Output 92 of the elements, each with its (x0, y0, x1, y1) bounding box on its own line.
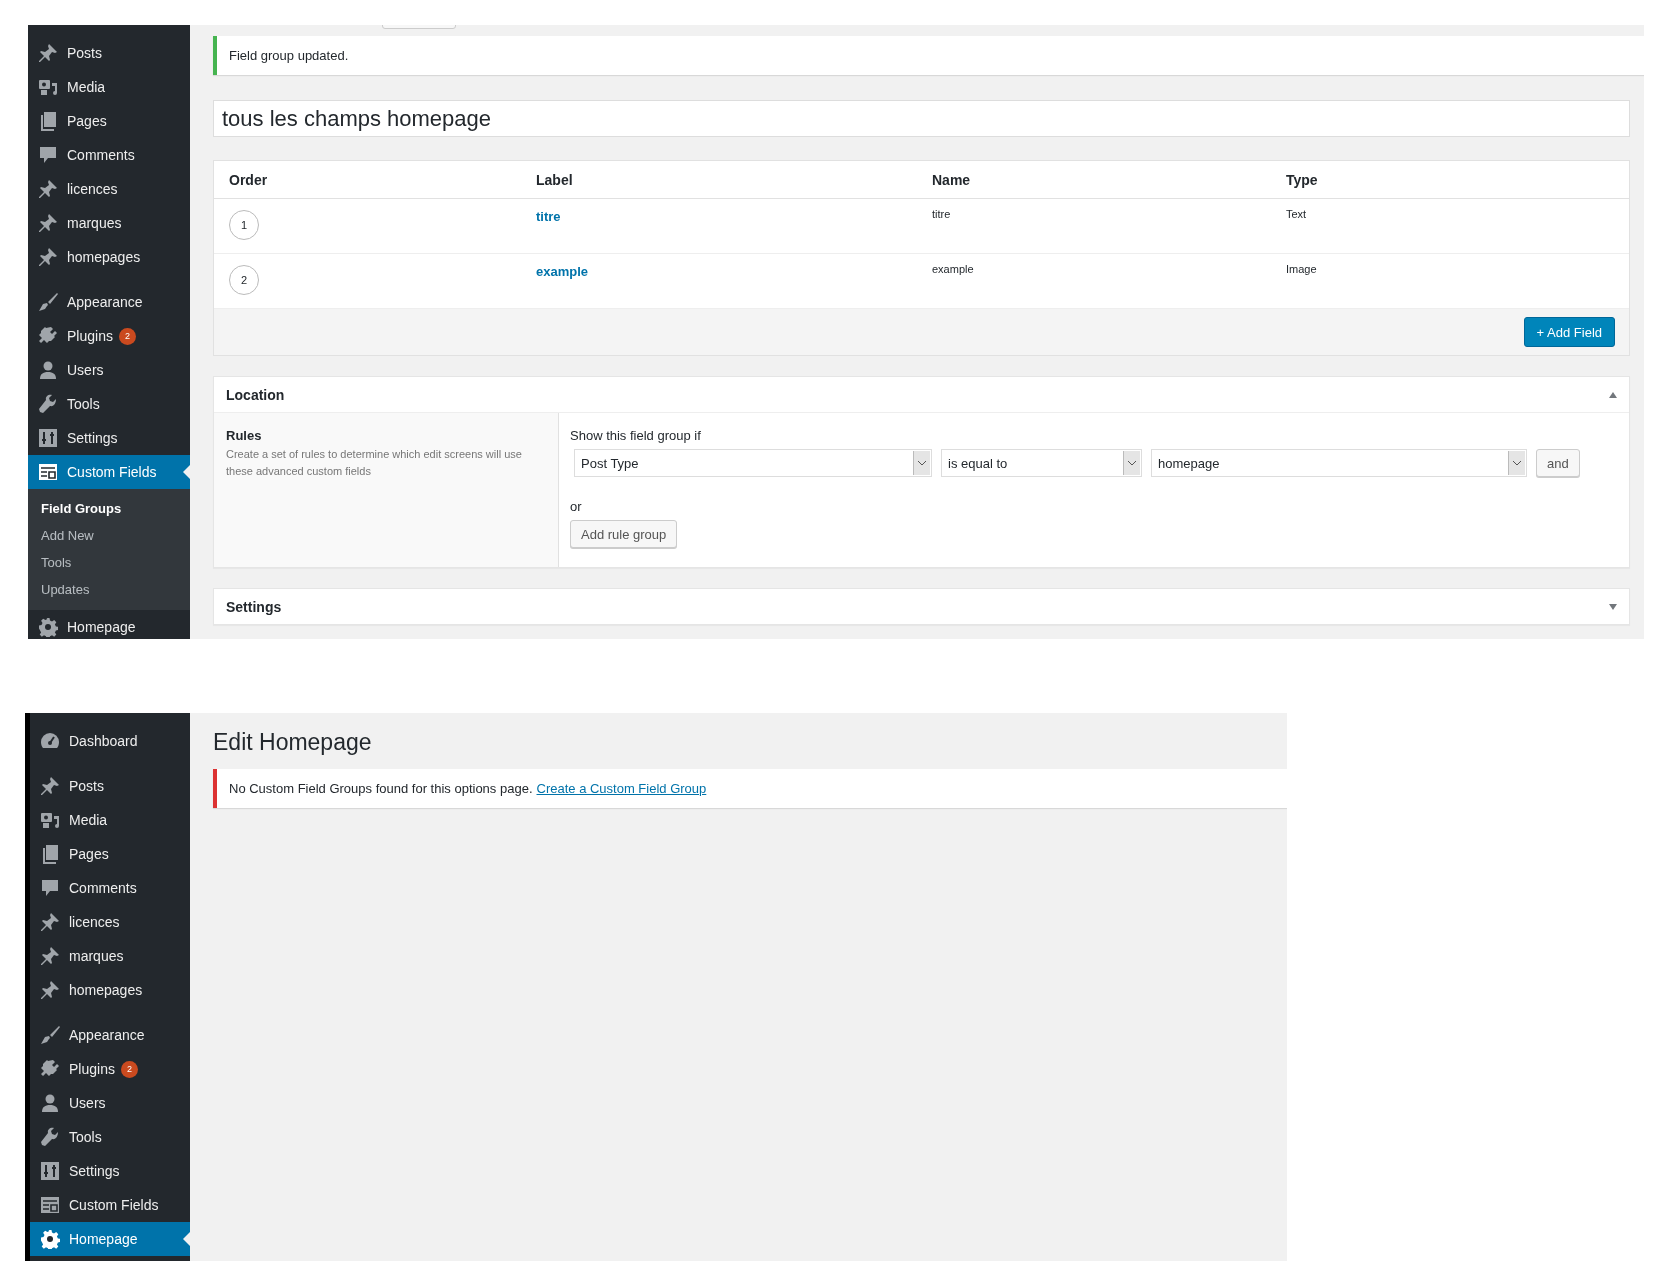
page-title: Edit Homepage (213, 729, 373, 756)
sidebar-item[interactable]: Appearance (28, 285, 190, 319)
field-label-link[interactable]: example (536, 264, 589, 279)
sidebar-item[interactable]: Users (30, 1086, 190, 1120)
submenu-item[interactable]: Add New (28, 522, 190, 549)
sidebar-item[interactable]: Users (28, 353, 190, 387)
sidebar-item[interactable]: licences (28, 172, 190, 206)
table-cell: titre (932, 208, 951, 220)
sidebar-item[interactable]: licences (30, 905, 190, 939)
add-field-button[interactable]: + Add Field (1523, 317, 1615, 347)
sidebar-item[interactable]: Plugins 2 (28, 319, 190, 353)
sidebar-item[interactable]: homepages (28, 240, 190, 274)
media-icon (38, 77, 58, 97)
pin-icon (38, 179, 58, 199)
rules-heading: Rules (226, 428, 263, 443)
brush-icon (38, 292, 58, 312)
table-cell: Text (1286, 208, 1307, 220)
sidebar-item[interactable]: Custom Fields (28, 455, 190, 489)
and-button[interactable]: and (1536, 449, 1580, 477)
column-header: Type (1271, 161, 1629, 199)
expand-arrow-icon[interactable] (1609, 603, 1617, 610)
sidebar-item[interactable]: Comments (30, 871, 190, 905)
pin-icon (40, 912, 60, 932)
pin-icon (40, 946, 60, 966)
sidebar-item[interactable]: marques (28, 206, 190, 240)
update-count-badge: 2 (120, 1060, 138, 1078)
rule-select[interactable]: Post Type (574, 449, 932, 477)
sidebar-item[interactable]: Comments (28, 138, 190, 172)
title-input[interactable]: tous les champs homepage (213, 100, 1630, 137)
condition-heading: Show this field group if (570, 428, 702, 443)
sliders-icon (40, 1161, 60, 1181)
notice-message: Field group updated. (229, 48, 349, 63)
collapse-arrow-icon[interactable] (1609, 391, 1617, 398)
gear-icon (40, 1229, 60, 1249)
media-icon (40, 810, 60, 830)
rule-select[interactable]: is equal to (941, 449, 1142, 477)
pin-icon (38, 213, 58, 233)
table-icon (40, 1195, 60, 1215)
table-icon (38, 462, 58, 482)
pin-icon (40, 980, 60, 1000)
sidebar-item[interactable]: Custom Fields (30, 1188, 190, 1222)
sidebar-item[interactable]: Media (28, 70, 190, 104)
submenu-item[interactable]: Updates (28, 576, 190, 603)
submenu-item[interactable]: Tools (28, 549, 190, 576)
sidebar-item[interactable]: Pages (30, 837, 190, 871)
comment-icon (40, 878, 60, 898)
pin-icon (38, 43, 58, 63)
panel-title: Location (226, 386, 285, 403)
table-cell: example (932, 263, 974, 275)
submenu-item[interactable]: Field Groups (28, 495, 190, 522)
sidebar-item[interactable]: Tools (30, 1120, 190, 1154)
field-label-link[interactable]: titre (536, 209, 561, 224)
pin-icon (38, 247, 58, 267)
update-count-badge: 2 (118, 327, 136, 345)
user-icon (40, 1093, 60, 1113)
sidebar-item[interactable]: Dashboard (30, 724, 190, 758)
plug-icon (38, 326, 58, 346)
sidebar-item[interactable]: Media (30, 803, 190, 837)
wrench-icon (40, 1127, 60, 1147)
sidebar-item[interactable]: Settings (28, 421, 190, 455)
sidebar-item[interactable]: Settings (30, 1154, 190, 1188)
panel-title: Settings (226, 598, 282, 615)
plug-icon (40, 1059, 60, 1079)
wrench-icon (38, 394, 58, 414)
rule-select[interactable]: homepage (1151, 449, 1527, 477)
sidebar-item[interactable]: marques (30, 939, 190, 973)
sidebar-item[interactable]: Tools (28, 387, 190, 421)
sidebar-item[interactable]: Homepage (28, 610, 190, 639)
sidebar-item[interactable]: Appearance (30, 1018, 190, 1052)
brush-icon (40, 1025, 60, 1045)
dashboard-icon (40, 731, 60, 751)
user-icon (38, 360, 58, 380)
sidebar-item[interactable]: Pages (28, 104, 190, 138)
comment-icon (38, 145, 58, 165)
sidebar-item[interactable]: Posts (28, 36, 190, 70)
column-header: Name (917, 161, 1271, 199)
rules-description: Create a set of rules to determine which edit screens will use these advanced custom fields (226, 447, 523, 479)
sidebar-item[interactable]: Posts (30, 769, 190, 803)
table-cell: Image (1286, 263, 1317, 275)
sliders-icon (38, 428, 58, 448)
create-field-group-link[interactable]: Create a Custom Field Group (536, 781, 707, 796)
pages-icon (38, 111, 58, 131)
sidebar-item[interactable]: homepages (30, 973, 190, 1007)
sidebar-item[interactable]: Homepage (30, 1222, 190, 1256)
add-rule-group-button[interactable]: Add rule group (570, 520, 678, 548)
notice-message: No Custom Field Groups found for this options page. (229, 781, 533, 796)
sidebar-item[interactable]: Plugins 2 (30, 1052, 190, 1086)
pin-icon (40, 776, 60, 796)
pages-icon (40, 844, 60, 864)
column-header: Order (214, 161, 521, 199)
column-header: Label (521, 161, 917, 199)
or-label: or (570, 499, 583, 514)
